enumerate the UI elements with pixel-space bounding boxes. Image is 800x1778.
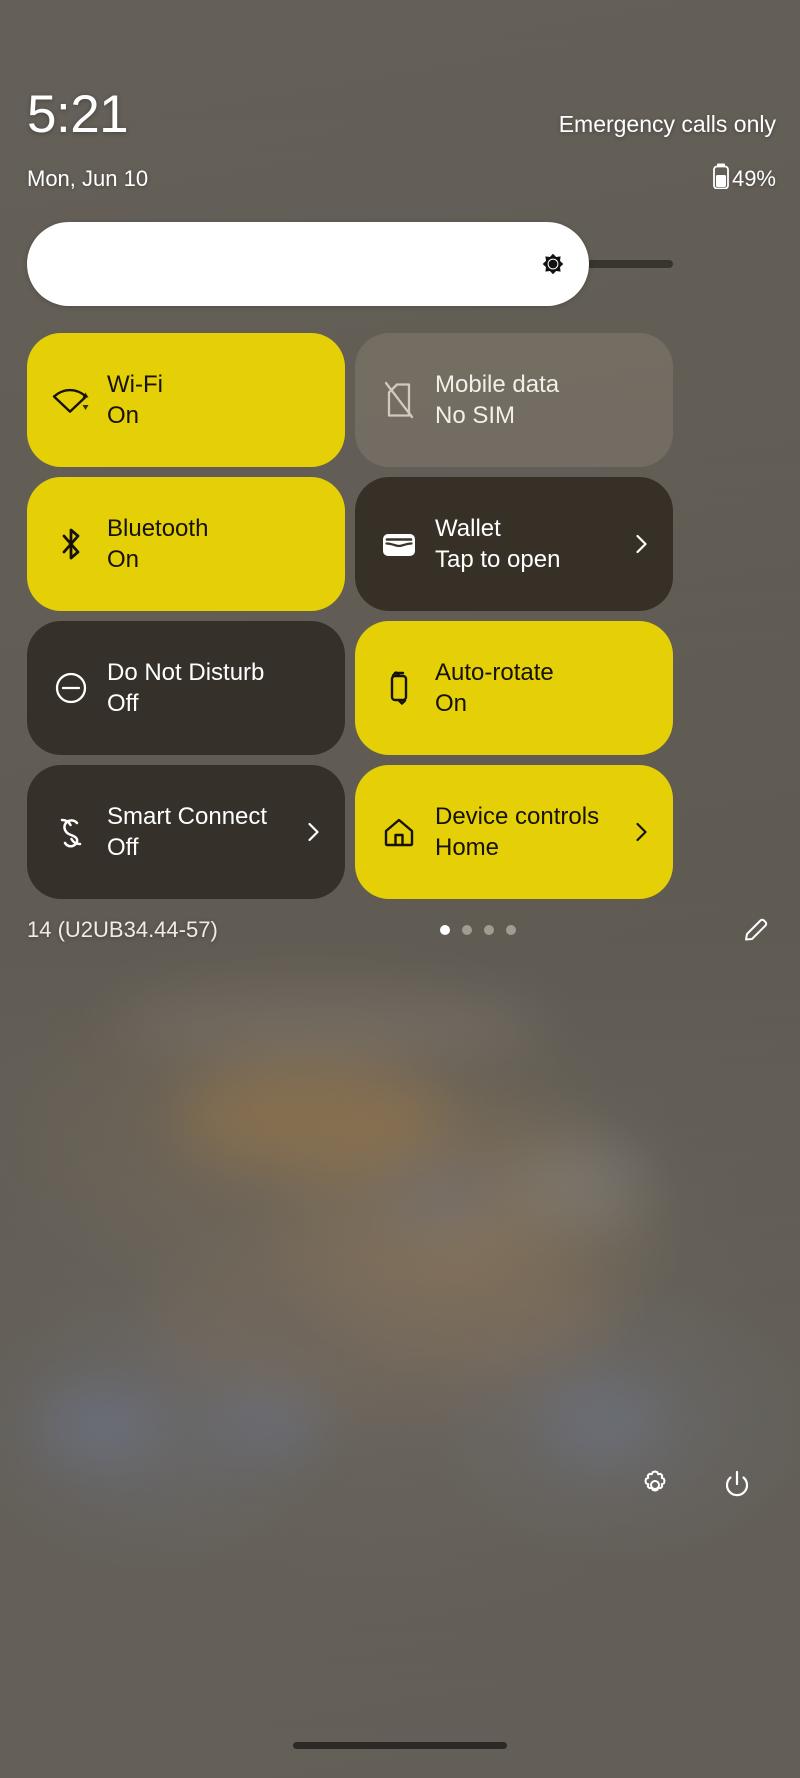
tile-device-controls[interactable]: Device controls Home: [355, 765, 673, 899]
bottom-action-bar: [0, 1455, 800, 1515]
tile-wifi[interactable]: Wi-Fi On: [27, 333, 345, 467]
date-row: Mon, Jun 10 49%: [27, 163, 776, 194]
auto-rotate-icon: [377, 666, 421, 710]
bluetooth-icon: [49, 522, 93, 566]
battery-status: 49%: [713, 163, 776, 194]
chevron-right-icon[interactable]: [629, 532, 653, 556]
do-not-disturb-icon: [49, 666, 93, 710]
tile-title: Wallet: [435, 514, 501, 542]
brightness-slider[interactable]: [27, 222, 673, 306]
tile-subtitle: No SIM: [435, 402, 516, 429]
tile-wallet[interactable]: Wallet Tap to open: [355, 477, 673, 611]
tile-subtitle: On: [107, 546, 140, 573]
home-indicator[interactable]: [293, 1742, 507, 1749]
clock[interactable]: 5:21: [27, 88, 129, 141]
date-label: Mon, Jun 10: [27, 165, 149, 191]
tile-mobile-data[interactable]: Mobile data No SIM: [355, 333, 673, 467]
power-icon[interactable]: [718, 1466, 756, 1504]
chevron-right-icon[interactable]: [629, 820, 653, 844]
home-icon: [377, 810, 421, 854]
brightness-icon: [535, 246, 571, 282]
quick-settings-panel: 5:21 Emergency calls only Mon, Jun 10 49…: [0, 0, 800, 1778]
panel-footer: 14 (U2UB34.44-57): [27, 910, 773, 950]
wifi-icon: [49, 378, 93, 422]
tile-bluetooth[interactable]: Bluetooth On: [27, 477, 345, 611]
wallet-icon: [377, 522, 421, 566]
tile-title: Smart Connect: [107, 802, 268, 830]
tile-smart-connect[interactable]: Smart Connect Off: [27, 765, 345, 899]
tile-do-not-disturb[interactable]: Do Not Disturb Off: [27, 621, 345, 755]
tile-title: Mobile data: [435, 370, 560, 398]
chevron-right-icon[interactable]: [301, 820, 325, 844]
tile-title: Auto-rotate: [435, 658, 554, 686]
build-version-label: 14 (U2UB34.44-57): [27, 917, 218, 942]
edit-pencil-icon[interactable]: [739, 913, 773, 947]
page-dot[interactable]: [440, 925, 451, 935]
page-dot[interactable]: [462, 925, 473, 935]
gear-icon[interactable]: [636, 1466, 674, 1504]
page-indicator[interactable]: [440, 925, 517, 935]
tile-subtitle: Tap to open: [435, 546, 561, 573]
page-dot[interactable]: [484, 925, 495, 935]
tile-title: Wi-Fi: [107, 370, 163, 398]
no-sim-icon: [377, 378, 421, 422]
tile-auto-rotate[interactable]: Auto-rotate On: [355, 621, 673, 755]
smart-connect-icon: [49, 810, 93, 854]
brightness-fill[interactable]: [27, 222, 589, 306]
battery-percent: 49%: [731, 165, 776, 191]
quick-settings-tiles: Wi-Fi On Mobile data No SIM Bluetooth On…: [27, 333, 673, 899]
tile-title: Bluetooth: [107, 514, 209, 542]
status-header: 5:21 Emergency calls only: [27, 88, 776, 141]
tile-subtitle: On: [107, 402, 140, 429]
battery-icon: [713, 163, 729, 194]
tile-title: Device controls: [435, 802, 600, 830]
tile-title: Do Not Disturb: [107, 658, 265, 686]
carrier-label: Emergency calls only: [558, 111, 776, 137]
tile-subtitle: Home: [435, 834, 500, 861]
page-dot[interactable]: [506, 925, 517, 935]
tile-subtitle: On: [435, 690, 468, 717]
tile-subtitle: Off: [107, 834, 139, 861]
tile-subtitle: Off: [107, 690, 139, 717]
